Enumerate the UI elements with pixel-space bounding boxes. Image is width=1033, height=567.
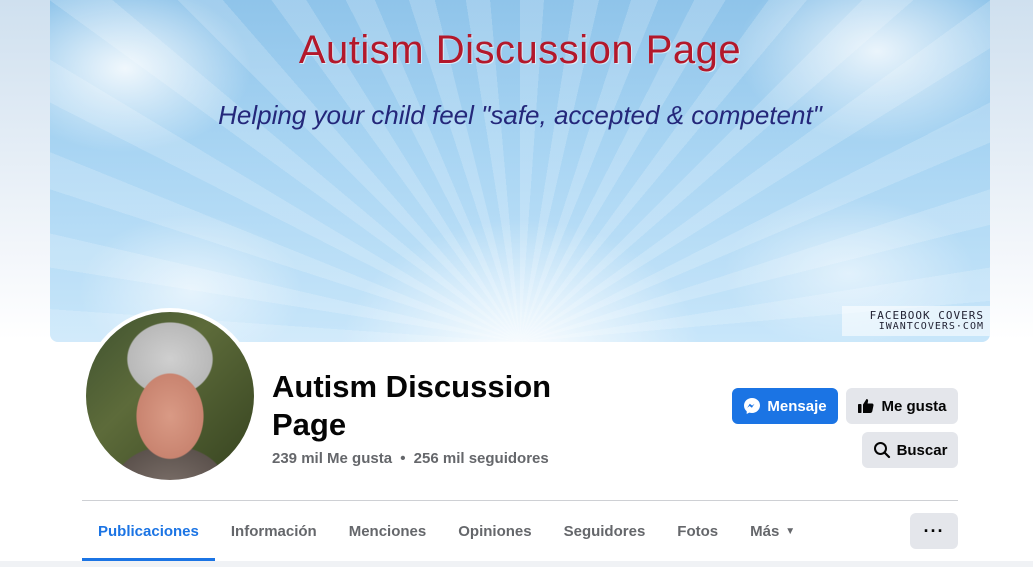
search-icon [873,441,891,459]
ellipsis-icon: ··· [923,520,945,541]
tab-mas[interactable]: Más ▼ [734,501,811,561]
caret-down-icon: ▼ [785,525,796,537]
cover-subtitle: Helping your child feel "safe, accepted … [218,100,822,130]
tab-seguidores[interactable]: Seguidores [548,501,662,561]
tab-opiniones[interactable]: Opiniones [442,501,547,561]
tab-publicaciones[interactable]: Publicaciones [82,501,215,561]
messenger-icon [743,397,761,415]
search-button-label: Buscar [896,441,948,459]
tab-menciones[interactable]: Menciones [333,501,443,561]
watermark-line-2: IWANTCOVERS·COM [878,321,984,332]
tab-informacion[interactable]: Información [215,501,333,561]
thumbs-up-icon [857,397,875,415]
more-options-button[interactable]: ··· [910,513,958,549]
tab-label: Información [230,522,317,540]
page-tabs: Publicaciones Información Menciones Opin… [82,501,811,561]
tab-label: Opiniones [458,522,532,540]
stats-separator: • [400,450,406,467]
tab-label: Seguidores [563,522,646,540]
page-stats: 239 mil Me gusta • 256 mil seguidores [272,450,549,467]
likes-count[interactable]: 239 mil Me gusta [272,450,392,467]
tab-fotos[interactable]: Fotos [661,501,734,561]
message-button[interactable]: Mensaje [732,388,838,424]
avatar[interactable] [86,312,254,480]
followers-count[interactable]: 256 mil seguidores [414,450,549,467]
like-button-label: Me gusta [881,397,947,415]
tab-label: Menciones [348,522,427,540]
page-title: Autism Discussion Page [272,369,552,442]
tab-label: Fotos [677,522,719,540]
cover-title: Autism Discussion Page [298,28,742,72]
tab-label: Más [750,522,780,540]
search-button[interactable]: Buscar [862,432,958,468]
cover-photo[interactable]: Autism Discussion Page Helping your chil… [50,0,990,342]
cover-watermark: FACEBOOK COVERS IWANTCOVERS·COM [842,306,990,336]
content-background [0,561,1033,567]
message-button-label: Mensaje [767,397,827,415]
like-button[interactable]: Me gusta [846,388,958,424]
tab-label: Publicaciones [98,522,199,540]
